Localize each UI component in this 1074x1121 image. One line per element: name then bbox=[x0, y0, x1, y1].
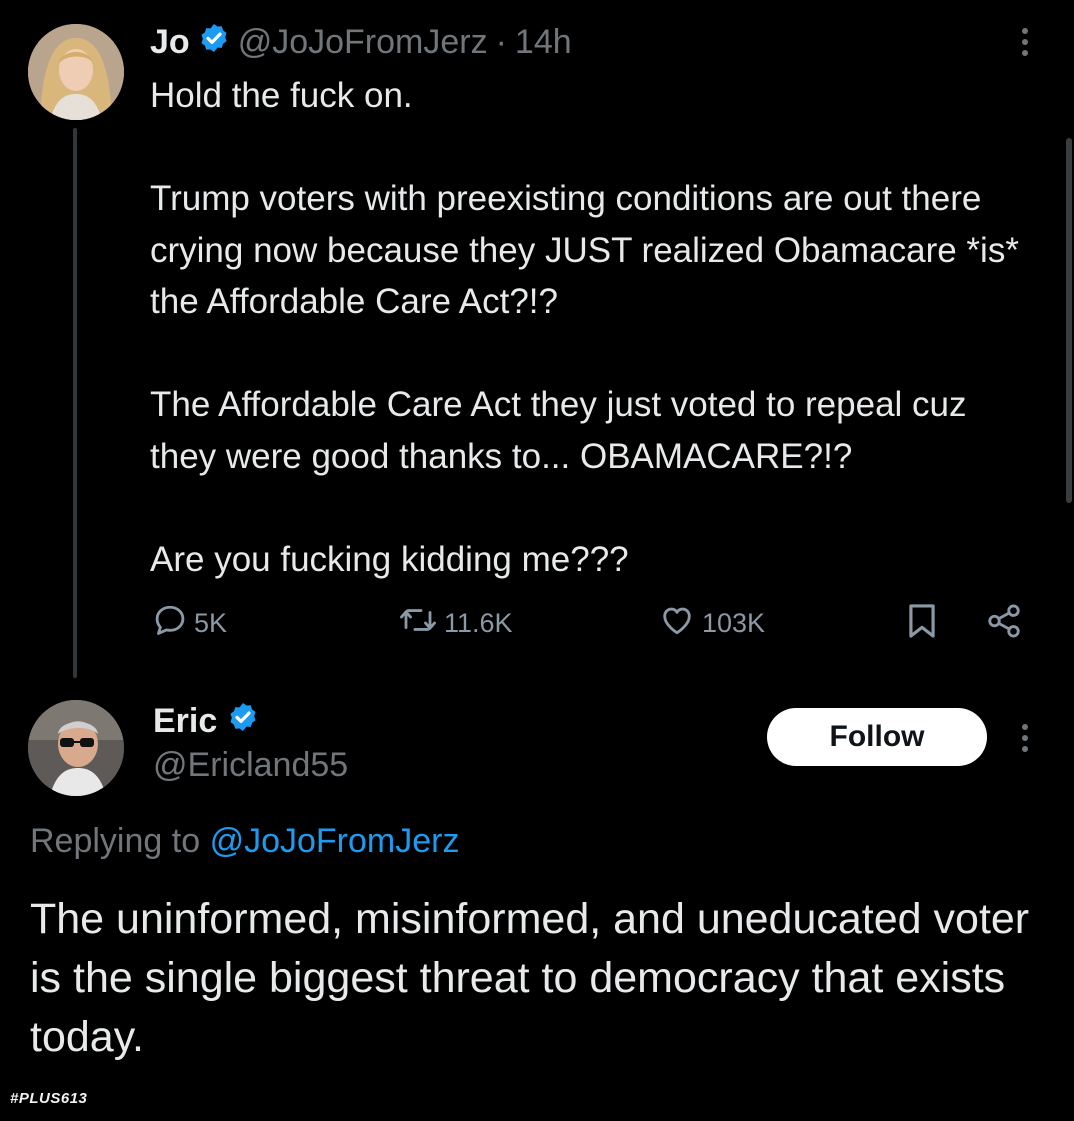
tweet-paragraph: Are you fucking kidding me??? bbox=[150, 539, 629, 579]
repost-count: 11.6K bbox=[444, 608, 513, 638]
like-icon bbox=[658, 602, 696, 645]
verified-badge-icon bbox=[198, 22, 230, 63]
repost-button[interactable]: 11.6K bbox=[398, 602, 513, 645]
replying-to-handle[interactable]: @JoJoFromJerz bbox=[210, 822, 460, 860]
avatar-jo[interactable] bbox=[28, 24, 124, 120]
bookmark-button[interactable] bbox=[905, 602, 939, 647]
replying-to-label: Replying to bbox=[30, 822, 201, 860]
more-icon[interactable] bbox=[1021, 28, 1029, 60]
reply-icon bbox=[152, 602, 188, 645]
tweet-header: Jo @JoJoFromJerz · 14h bbox=[150, 22, 572, 62]
reply-button[interactable]: 5K bbox=[152, 602, 227, 645]
avatar-eric[interactable] bbox=[28, 700, 124, 796]
follow-button[interactable]: Follow bbox=[767, 708, 987, 766]
share-button[interactable] bbox=[985, 602, 1023, 647]
scrollbar[interactable] bbox=[1066, 138, 1072, 503]
reply-header-name: Eric bbox=[153, 700, 259, 742]
tweet-actions: 5K 11.6K 103K bbox=[0, 602, 1074, 646]
author-handle[interactable]: @JoJoFromJerz bbox=[238, 23, 488, 62]
like-count: 103K bbox=[702, 608, 766, 638]
like-button[interactable]: 103K bbox=[658, 602, 765, 645]
verified-badge-icon bbox=[227, 701, 259, 742]
author-name[interactable]: Jo bbox=[150, 23, 190, 62]
repost-icon bbox=[398, 602, 438, 645]
more-icon[interactable] bbox=[1021, 724, 1029, 756]
reply-author-handle[interactable]: @Ericland55 bbox=[153, 746, 348, 785]
tweet-paragraph: Hold the fuck on. bbox=[150, 76, 413, 115]
bookmark-icon bbox=[905, 602, 939, 647]
tweet-paragraph: Trump voters with preexisting conditions… bbox=[150, 179, 1019, 321]
header-separator: · bbox=[495, 22, 507, 61]
reply-count: 5K bbox=[194, 608, 228, 638]
tweet-paragraph: The Affordable Care Act they just voted … bbox=[150, 385, 967, 476]
tweet-text: Hold the fuck on. Trump voters with pree… bbox=[150, 70, 1030, 585]
share-icon bbox=[985, 602, 1023, 647]
watermark-logo: #PLUS613 bbox=[10, 1090, 88, 1107]
thread-line bbox=[73, 128, 77, 678]
reply-text: The uninformed, misinformed, and uneduca… bbox=[30, 895, 1030, 1061]
reply-author-name[interactable]: Eric bbox=[153, 702, 217, 741]
tweet-time[interactable]: 14h bbox=[515, 23, 572, 62]
replying-to: Replying to @JoJoFromJerz bbox=[30, 822, 459, 861]
